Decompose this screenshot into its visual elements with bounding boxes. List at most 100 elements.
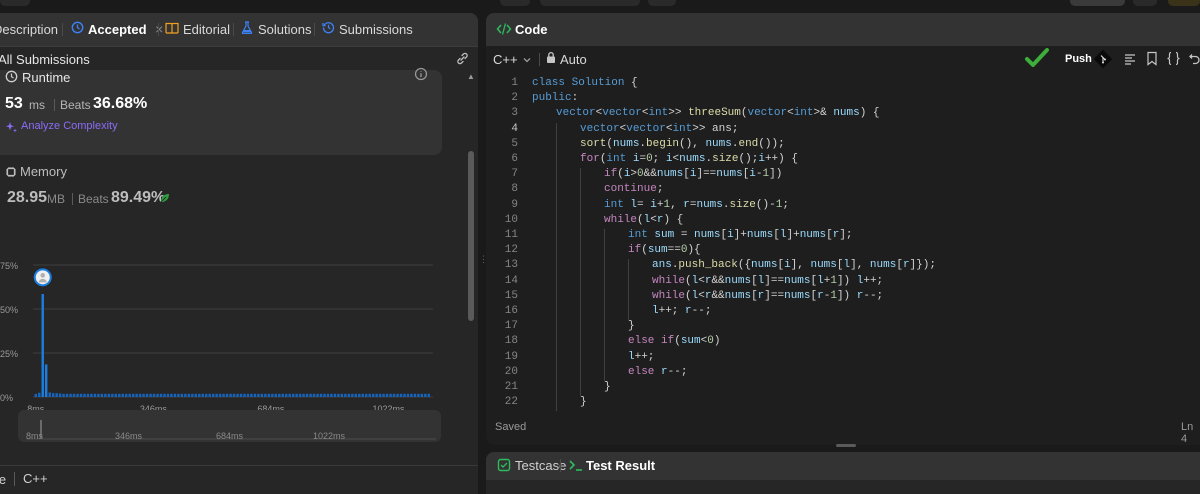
left-scrollbar[interactable]: ▲: [466, 73, 476, 493]
code-line[interactable]: continue;: [604, 183, 663, 195]
range-label: 1022ms: [313, 431, 346, 441]
chart-bar: [385, 393, 389, 397]
chart-bar: [340, 393, 344, 397]
indent-guide: [604, 365, 605, 381]
chart-bar: [159, 393, 163, 397]
toolbar-button[interactable]: [648, 0, 676, 6]
tab-accepted[interactable]: Accepted ×: [69, 13, 163, 46]
code-line[interactable]: class Solution {: [532, 77, 638, 89]
toolbar-button[interactable]: [1070, 0, 1125, 6]
language-select[interactable]: C++: [493, 52, 518, 67]
range-label: 8ms: [26, 431, 44, 441]
code-line[interactable]: while(l<r) {: [604, 214, 683, 226]
code-line[interactable]: int sum = nums[i]+nums[l]+nums[r];: [628, 229, 853, 241]
code-line[interactable]: vector<vector<int>> threeSum(vector<int>…: [556, 107, 880, 119]
tab-editorial[interactable]: Editorial: [164, 13, 230, 46]
indent-guide: [556, 168, 557, 184]
chart-bar: [131, 393, 135, 397]
code-title: Code: [515, 22, 548, 37]
format-icon[interactable]: [1123, 52, 1137, 71]
info-icon[interactable]: [414, 67, 428, 86]
line-number: 22: [504, 396, 518, 409]
push-button[interactable]: Push: [1065, 53, 1092, 65]
chart-bar: [97, 393, 100, 397]
code-line[interactable]: while(l<r&&nums[r]==nums[r-1]) r--;: [652, 290, 883, 302]
vertical-splitter[interactable]: ⋮: [479, 254, 488, 264]
tab-test-result[interactable]: Test Result: [586, 458, 655, 473]
code-line[interactable]: l++; r--;: [652, 305, 711, 317]
toolbar-button[interactable]: [1133, 0, 1157, 6]
code-line[interactable]: vector<vector<int>> ans;: [580, 123, 738, 135]
chart-bar: [41, 294, 44, 397]
code-line[interactable]: ans.push_back({nums[i], nums[l], nums[r]…: [652, 259, 936, 271]
toolbar-button[interactable]: [0, 0, 30, 6]
chart-bar: [375, 393, 378, 397]
code-line[interactable]: public:: [532, 92, 578, 104]
chart-bar: [243, 393, 246, 397]
code-line[interactable]: }: [628, 320, 635, 332]
tab-divider: [314, 23, 315, 36]
chart-bar: [58, 393, 62, 397]
tab-testcase[interactable]: Testcase: [515, 458, 566, 473]
bookmark-icon[interactable]: [1146, 51, 1158, 71]
chart-bar: [288, 393, 291, 397]
chart-bar: [260, 393, 264, 397]
code-line[interactable]: sort(nums.begin(), nums.end());: [580, 138, 785, 150]
code-line[interactable]: for(int i=0; i<nums.size();i++) {: [580, 153, 798, 165]
mode-label[interactable]: Auto: [560, 52, 587, 67]
left-panel: Description Accepted × Editorial Solutio…: [0, 13, 478, 494]
line-number: 17: [504, 320, 518, 333]
tab-submissions[interactable]: Submissions: [320, 13, 413, 46]
runtime-unit: ms: [29, 98, 45, 112]
code-line[interactable]: if(i>0&&nums[i]==nums[i-1]): [604, 168, 782, 180]
braces-icon[interactable]: [1166, 51, 1181, 71]
scroll-thumb[interactable]: [468, 151, 474, 321]
close-icon[interactable]: ×: [155, 21, 163, 37]
toolbar-button[interactable]: [1168, 0, 1200, 6]
runtime-card[interactable]: Runtime 53 ms Beats 36.68% Analyze Compl…: [0, 67, 442, 155]
chart-bar: [351, 393, 354, 397]
git-icon[interactable]: [1093, 49, 1113, 74]
language-label: C++: [23, 471, 48, 486]
chevron-down-icon[interactable]: [522, 52, 532, 70]
range-slider[interactable]: 8ms 346ms 684ms 1022ms: [18, 410, 441, 442]
code-line[interactable]: l++;: [628, 351, 654, 363]
chart-bar: [118, 393, 121, 397]
indent-guide: [580, 274, 581, 290]
toolbar-button[interactable]: [540, 0, 640, 6]
code-line[interactable]: while(l<r&&nums[l]==nums[l+1]) l++;: [652, 275, 883, 287]
line-number: 12: [504, 244, 518, 257]
tab-solutions[interactable]: Solutions: [239, 13, 311, 46]
code-editor[interactable]: 1 class Solution {2 public: 3 vector<vector<…: [486, 77, 1200, 412]
terminal-icon: [568, 458, 584, 477]
horizontal-splitter[interactable]: [836, 444, 856, 447]
chart-bar: [145, 393, 149, 397]
code-line[interactable]: }: [604, 381, 611, 393]
top-toolbar: [0, 0, 1200, 10]
chart-bar: [358, 393, 361, 397]
code-line[interactable]: }: [580, 396, 587, 408]
code-line[interactable]: if(sum==0){: [628, 244, 701, 256]
analyze-complexity-link[interactable]: Analyze Complexity: [21, 120, 118, 132]
chart-bar: [208, 393, 211, 397]
language-partial: le: [0, 472, 7, 487]
all-submissions-link[interactable]: All Submissions: [0, 52, 90, 67]
code-line[interactable]: int l= i+1, r=nums.size()-1;: [604, 199, 789, 211]
code-line[interactable]: else if(sum<0): [628, 335, 720, 347]
indent-guide: [556, 320, 557, 336]
code-line[interactable]: else r--;: [628, 366, 687, 378]
link-icon[interactable]: [455, 51, 470, 69]
scroll-up-icon[interactable]: ▲: [467, 73, 475, 81]
y-tick-label: 50%: [0, 305, 18, 315]
undo-icon[interactable]: [1188, 51, 1200, 71]
chart-bar: [225, 393, 229, 397]
memory-beats-value: 89.49%: [111, 189, 166, 206]
toolbar-button[interactable]: [500, 0, 530, 6]
indent-guide: [604, 350, 605, 366]
indent-guide: [556, 335, 557, 351]
chart-bar: [55, 393, 58, 397]
chart-bar: [93, 393, 97, 397]
chart-bar: [201, 393, 204, 397]
tab-description[interactable]: Description: [0, 13, 58, 46]
chart-bar: [211, 393, 215, 397]
